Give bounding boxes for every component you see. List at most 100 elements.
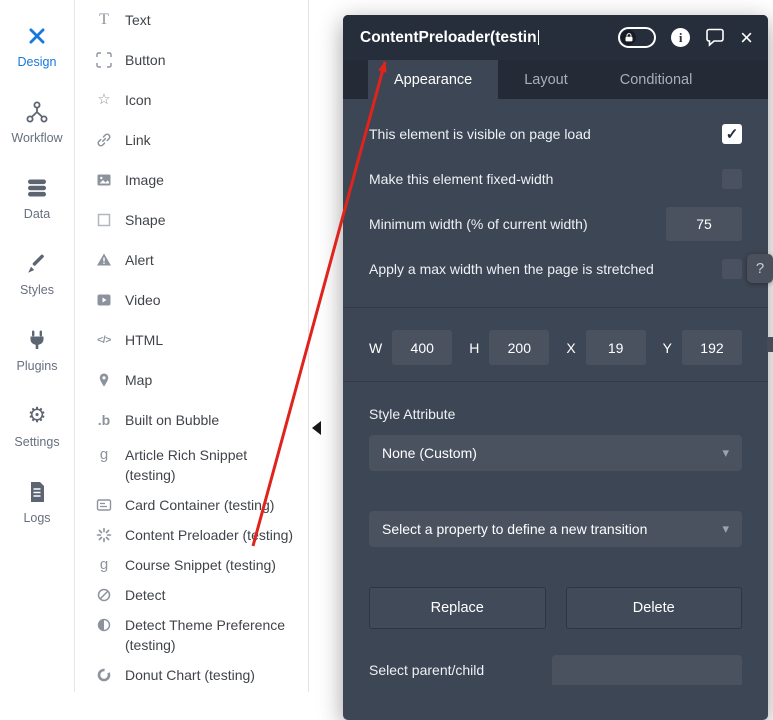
inspector-tabs: Appearance Layout Conditional (343, 60, 768, 99)
fixed-width-checkbox[interactable] (722, 169, 742, 189)
image-icon (95, 170, 113, 190)
palette-item-article-rich-snippet[interactable]: g Article Rich Snippet (testing) (75, 440, 308, 490)
palette-item-label: Button (125, 50, 165, 70)
info-icon[interactable]: i (671, 28, 690, 47)
g-icon: g (95, 555, 113, 575)
tab-conditional[interactable]: Conditional (594, 60, 719, 99)
width-label: W (369, 340, 382, 356)
code-icon: </> (95, 330, 113, 350)
palette-item-shape[interactable]: Shape (75, 200, 308, 240)
lock-icon (621, 30, 636, 45)
tab-layout[interactable]: Layout (498, 60, 594, 99)
palette-item-detect[interactable]: Detect (75, 580, 308, 610)
max-width-row: Apply a max width when the page is stret… (369, 246, 742, 291)
element-name-field[interactable]: ContentPreloader(testin (360, 29, 537, 47)
y-label: Y (663, 340, 672, 356)
style-attribute-dropdown[interactable]: None (Custom) ▾ (369, 435, 742, 471)
palette-item-detect-theme-preference[interactable]: Detect Theme Preference (testing) (75, 610, 308, 660)
style-attribute-label: Style Attribute (369, 406, 742, 422)
height-input[interactable] (489, 330, 549, 365)
design-icon (25, 24, 49, 48)
spinner-icon (95, 525, 113, 545)
plug-icon (25, 328, 49, 352)
palette-item-link[interactable]: Link (75, 120, 308, 160)
tab-appearance[interactable]: Appearance (368, 60, 498, 99)
card-icon (95, 495, 113, 515)
parent-child-dropdown[interactable] (552, 655, 742, 685)
chevron-down-icon: ▾ (722, 521, 729, 537)
palette-item-label: Content Preloader (testing) (125, 525, 293, 545)
nav-item-logs[interactable]: Logs (0, 464, 74, 540)
nav-item-design[interactable]: Design (0, 8, 74, 84)
palette-item-image[interactable]: Image (75, 160, 308, 200)
delete-button[interactable]: Delete (566, 587, 743, 629)
palette-item-donut-chart[interactable]: Donut Chart (testing) (75, 660, 308, 690)
palette-item-alert[interactable]: Alert (75, 240, 308, 280)
circle-slash-icon (95, 585, 113, 605)
min-width-input[interactable] (666, 207, 742, 241)
replace-button[interactable]: Replace (369, 587, 546, 629)
half-moon-icon (95, 615, 113, 635)
main-nav: Design Workflow Data Styles Plugins ⚙ Se… (0, 0, 75, 692)
tab-label: Appearance (394, 72, 472, 88)
min-width-row: Minimum width (% of current width) (369, 201, 742, 246)
palette-item-html[interactable]: </> HTML (75, 320, 308, 360)
visibility-toggle[interactable] (618, 27, 656, 48)
text-cursor (538, 30, 540, 45)
map-pin-icon (95, 370, 113, 390)
palette-item-label: Built on Bubble (125, 410, 219, 430)
nav-label: Data (24, 207, 50, 221)
min-width-label: Minimum width (% of current width) (369, 216, 588, 232)
text-icon: T (95, 10, 113, 30)
palette-item-label: Shape (125, 210, 165, 230)
database-icon (25, 176, 49, 200)
max-width-checkbox[interactable] (722, 259, 742, 279)
max-width-label: Apply a max width when the page is stret… (369, 261, 654, 277)
palette-item-map[interactable]: Map (75, 360, 308, 400)
visible-on-load-checkbox[interactable] (722, 124, 742, 144)
palette-item-video[interactable]: Video (75, 280, 308, 320)
palette-item-course-snippet[interactable]: g Course Snippet (testing) (75, 550, 308, 580)
chevron-down-icon: ▾ (722, 445, 729, 461)
help-button[interactable]: ? (747, 254, 773, 283)
palette-collapse-arrow-icon[interactable] (312, 421, 321, 435)
palette-item-label: Map (125, 370, 152, 390)
transition-dropdown[interactable]: Select a property to define a new transi… (369, 511, 742, 547)
comment-icon[interactable] (705, 28, 725, 47)
height-label: H (469, 340, 479, 356)
palette-item-button[interactable]: Button (75, 40, 308, 80)
palette-item-label: Link (125, 130, 151, 150)
nav-item-data[interactable]: Data (0, 160, 74, 236)
palette-item-label: HTML (125, 330, 163, 350)
nav-item-plugins[interactable]: Plugins (0, 312, 74, 388)
bubble-editor: { "nav": { "items": [ {"label": "Design"… (0, 0, 773, 692)
nav-item-workflow[interactable]: Workflow (0, 84, 74, 160)
palette-item-built-on-bubble[interactable]: .b Built on Bubble (75, 400, 308, 440)
palette-item-icon[interactable]: ☆ Icon (75, 80, 308, 120)
nav-item-settings[interactable]: ⚙ Settings (0, 388, 74, 464)
x-input[interactable] (586, 330, 646, 365)
close-icon[interactable]: × (740, 28, 753, 48)
palette-item-label: Card Container (testing) (125, 495, 274, 515)
palette-item-label: Image (125, 170, 164, 190)
visible-on-load-label: This element is visible on page load (369, 126, 591, 142)
palette-item-text[interactable]: T Text (75, 0, 308, 40)
transition-placeholder: Select a property to define a new transi… (382, 521, 647, 537)
divider (343, 307, 768, 308)
palette-item-label: Donut Chart (testing) (125, 665, 255, 685)
workflow-icon (25, 100, 49, 124)
height-group: H (469, 330, 549, 365)
palette-item-label: Text (125, 10, 151, 30)
property-editor-header[interactable]: ContentPreloader(testin i × (343, 15, 768, 60)
palette-item-content-preloader[interactable]: Content Preloader (testing) (75, 520, 308, 550)
nav-item-styles[interactable]: Styles (0, 236, 74, 312)
width-input[interactable] (392, 330, 452, 365)
donut-icon (95, 665, 113, 685)
bubble-icon: .b (95, 410, 113, 430)
fixed-width-label: Make this element fixed-width (369, 171, 553, 187)
y-input[interactable] (682, 330, 742, 365)
palette-item-label: Course Snippet (testing) (125, 555, 276, 575)
element-palette: T Text Button ☆ Icon Link Image Shape Al… (75, 0, 309, 692)
palette-item-card-container[interactable]: Card Container (testing) (75, 490, 308, 520)
appearance-panel: This element is visible on page load Mak… (343, 99, 768, 685)
